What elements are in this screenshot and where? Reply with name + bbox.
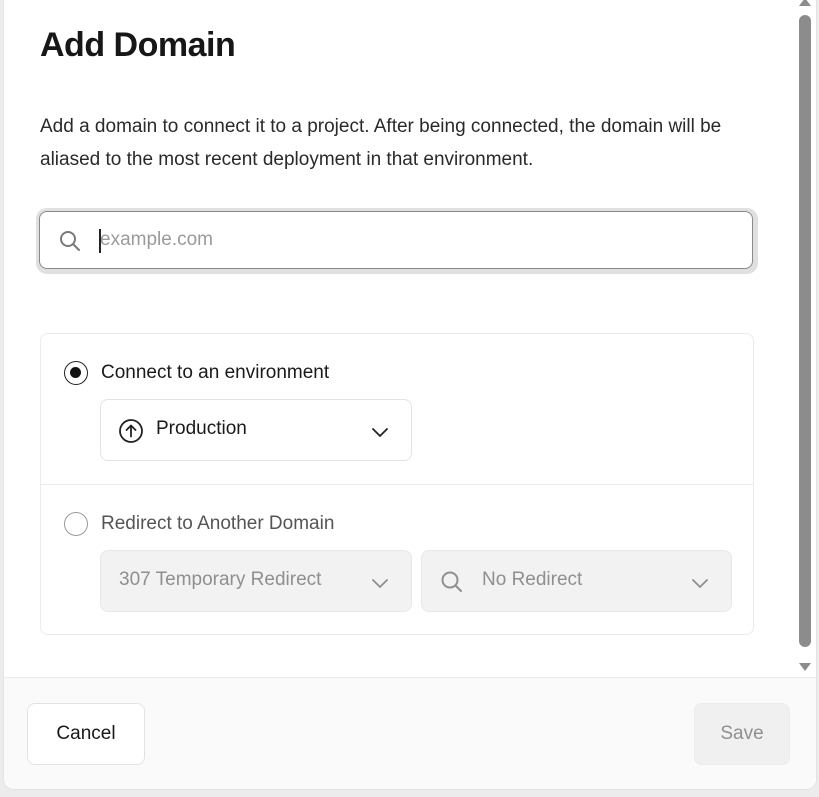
chevron-down-icon bbox=[692, 579, 708, 588]
redirect-target-select[interactable]: No Redirect bbox=[421, 550, 732, 612]
dialog-scrollbar[interactable] bbox=[796, 0, 816, 677]
dialog-title: Add Domain bbox=[40, 26, 236, 64]
connect-environment-label[interactable]: Connect to an environment bbox=[101, 362, 329, 384]
arrow-up-circle-icon bbox=[119, 419, 143, 443]
cancel-button[interactable]: Cancel bbox=[27, 703, 145, 765]
scroll-up-arrow-icon[interactable] bbox=[799, 0, 811, 6]
domain-input[interactable] bbox=[98, 222, 740, 258]
redirect-domain-label[interactable]: Redirect to Another Domain bbox=[101, 513, 334, 535]
scroll-down-arrow-icon[interactable] bbox=[799, 663, 811, 671]
redirect-target-select-value: No Redirect bbox=[482, 569, 583, 590]
scroll-thumb[interactable] bbox=[799, 15, 811, 647]
search-icon bbox=[60, 231, 80, 251]
environment-select[interactable]: Production bbox=[100, 399, 412, 461]
chevron-down-icon bbox=[372, 428, 388, 437]
dialog-description: Add a domain to connect it to a project.… bbox=[40, 116, 722, 170]
redirect-type-select-value: 307 Temporary Redirect bbox=[119, 569, 322, 590]
domain-input-focus-ring bbox=[36, 208, 758, 274]
redirect-type-select[interactable]: 307 Temporary Redirect bbox=[100, 550, 412, 612]
save-button[interactable]: Save bbox=[694, 703, 790, 765]
add-domain-dialog: Add Domain Add a domain to connect it to… bbox=[4, 0, 816, 789]
connect-environment-radio[interactable] bbox=[64, 361, 88, 385]
options-divider bbox=[41, 484, 753, 485]
domain-input-box[interactable] bbox=[39, 211, 753, 269]
dialog-footer: Cancel Save bbox=[4, 677, 816, 789]
domain-options-panel: Connect to an environment Production Red… bbox=[40, 333, 754, 635]
search-icon bbox=[441, 571, 462, 592]
chevron-down-icon bbox=[372, 579, 388, 588]
redirect-domain-radio[interactable] bbox=[64, 512, 88, 536]
text-caret bbox=[99, 229, 101, 253]
environment-select-value: Production bbox=[156, 418, 247, 439]
